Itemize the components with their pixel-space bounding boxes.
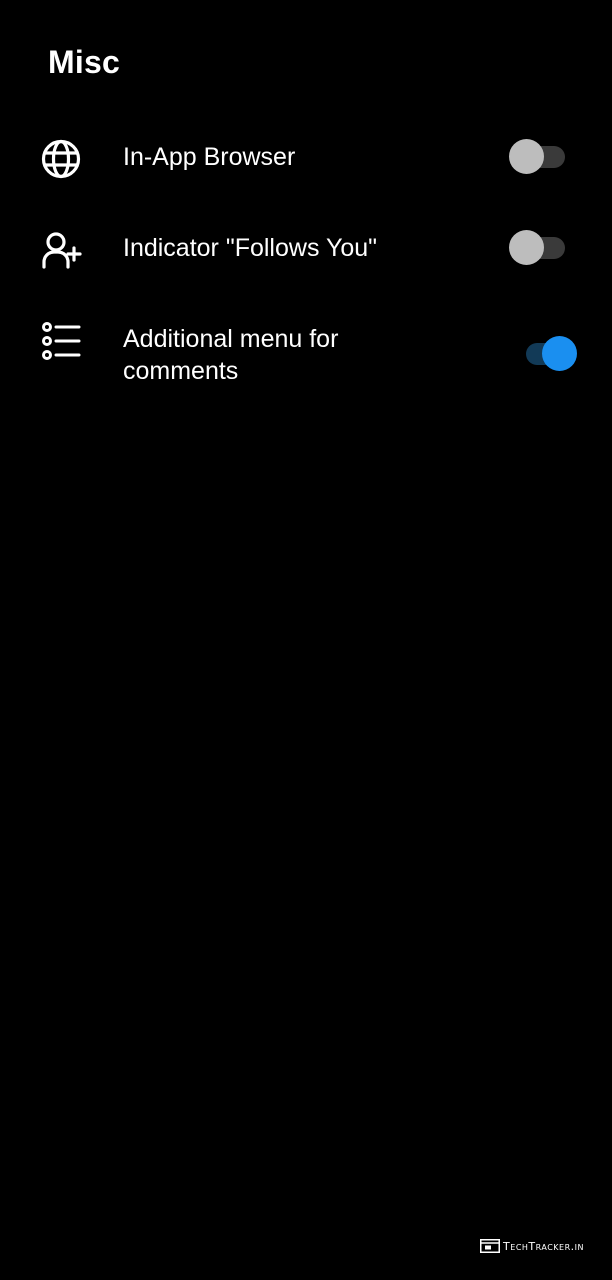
globe-icon bbox=[40, 138, 82, 180]
list-icon bbox=[40, 320, 82, 362]
toggle-thumb bbox=[542, 336, 577, 371]
watermark-text: TechTracker.in bbox=[503, 1239, 584, 1253]
setting-row-in-app-browser[interactable]: In-App Browser bbox=[0, 136, 612, 186]
setting-label-comments-menu: Additional menu for comments bbox=[123, 325, 339, 385]
setting-label-follows-you-indicator: Indicator "Follows You" bbox=[123, 234, 378, 262]
user-plus-icon bbox=[40, 229, 82, 271]
comments-menu-toggle[interactable] bbox=[520, 336, 580, 372]
browser-window-icon bbox=[480, 1239, 501, 1253]
section-title: Misc bbox=[48, 44, 120, 80]
setting-row-comments-menu[interactable]: Additional menu for comments bbox=[0, 318, 612, 390]
toggle-thumb bbox=[509, 230, 544, 265]
toggle-thumb bbox=[509, 139, 544, 174]
setting-row-follows-you-indicator[interactable]: Indicator "Follows You" bbox=[0, 227, 612, 277]
in-app-browser-toggle[interactable] bbox=[509, 139, 569, 175]
setting-label-in-app-browser: In-App Browser bbox=[123, 143, 296, 171]
follows-you-indicator-toggle[interactable] bbox=[509, 230, 569, 266]
watermark: TechTracker.in bbox=[480, 1239, 584, 1253]
